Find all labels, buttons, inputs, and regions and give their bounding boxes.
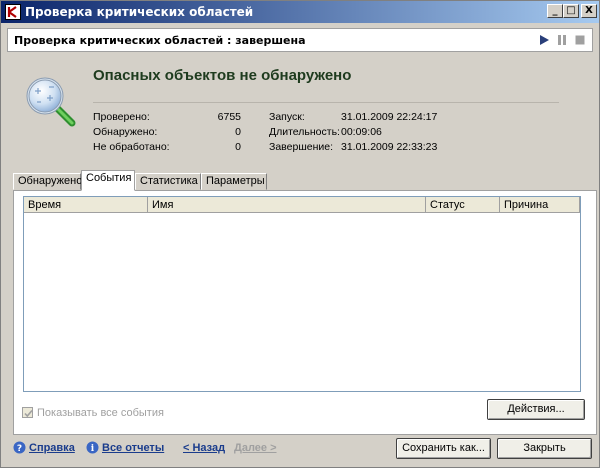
detected-label: Обнаружено:: [93, 126, 158, 138]
not-processed-value: 0: [235, 141, 241, 153]
tab-statistics[interactable]: Статистика: [135, 173, 201, 190]
detected-value: 0: [235, 126, 241, 138]
kaspersky-logo-icon: [5, 4, 21, 20]
start-time-label: Запуск:: [269, 111, 305, 123]
scan-report-window: Проверка критических областей _ □ X Пров…: [0, 0, 600, 468]
end-time-label: Завершение:: [269, 141, 334, 153]
svg-text:?: ?: [17, 444, 22, 454]
stop-icon[interactable]: [574, 34, 586, 46]
events-tab-panel: Время Имя Статус Причина Показывать все …: [13, 190, 597, 435]
column-header-status[interactable]: Статус: [426, 197, 500, 213]
window-title: Проверка критических областей: [25, 5, 254, 19]
duration-label: Длительность:: [269, 126, 340, 138]
maximize-button[interactable]: □: [563, 4, 579, 18]
minimize-button[interactable]: _: [547, 4, 563, 18]
title-bar[interactable]: Проверка критических областей _ □ X: [1, 1, 599, 23]
show-all-events-checkbox[interactable]: Показывать все события: [22, 407, 164, 419]
tab-detected[interactable]: Обнаружено: [13, 173, 82, 190]
tab-parameters[interactable]: Параметры: [201, 173, 267, 190]
start-time-value: 31.01.2009 22:24:17: [341, 111, 438, 123]
scan-result-headline: Опасных объектов не обнаружено: [93, 67, 352, 84]
magnifier-scan-icon: [26, 77, 76, 127]
events-list-header: Время Имя Статус Причина: [24, 197, 580, 213]
save-as-button[interactable]: Сохранить как...: [396, 438, 491, 459]
all-reports-link[interactable]: Все отчеты: [102, 442, 164, 454]
actions-button[interactable]: Действия...: [487, 399, 585, 420]
events-list[interactable]: Время Имя Статус Причина: [23, 196, 581, 392]
column-header-time[interactable]: Время: [24, 197, 148, 213]
help-link[interactable]: Справка: [29, 442, 75, 454]
svg-text:i: i: [91, 444, 95, 454]
scanned-label: Проверено:: [93, 111, 150, 123]
tab-events[interactable]: События: [81, 170, 135, 191]
close-window-button[interactable]: X: [581, 4, 597, 18]
end-time-value: 31.01.2009 22:33:23: [341, 141, 438, 153]
scanned-value: 6755: [217, 111, 241, 123]
help-icon[interactable]: ?: [13, 441, 26, 454]
pause-icon[interactable]: [556, 34, 568, 46]
checkbox-box[interactable]: [22, 407, 33, 418]
info-icon[interactable]: i: [86, 441, 99, 454]
back-link[interactable]: < Назад: [183, 442, 225, 454]
checkmark-icon: [24, 409, 33, 418]
show-all-events-label: Показывать все события: [37, 407, 164, 419]
close-button[interactable]: Закрыть: [497, 438, 592, 459]
duration-value: 00:09:06: [341, 126, 382, 138]
not-processed-label: Не обработано:: [93, 141, 170, 153]
column-header-reason[interactable]: Причина: [500, 197, 580, 213]
play-icon[interactable]: [538, 34, 550, 46]
column-header-name[interactable]: Имя: [148, 197, 426, 213]
scan-status-bar: Проверка критических областей : завершен…: [7, 28, 593, 52]
headline-divider: [93, 102, 559, 103]
scan-status-text: Проверка критических областей : завершен…: [14, 34, 306, 47]
next-link[interactable]: Далее >: [234, 442, 277, 454]
